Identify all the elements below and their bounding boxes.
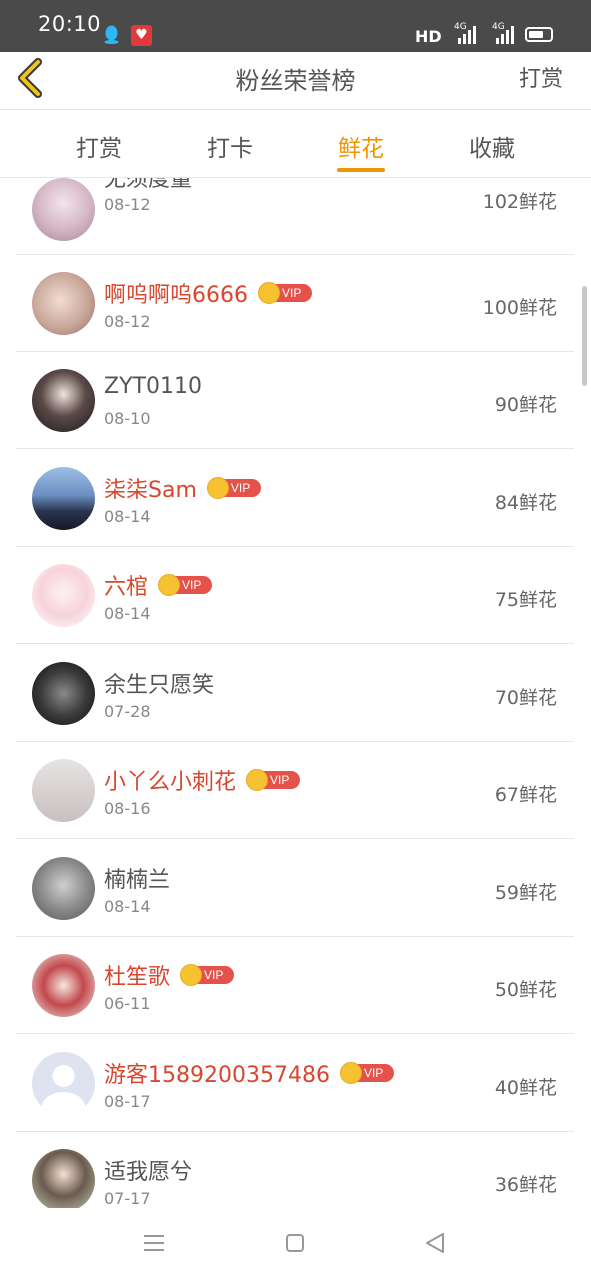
list-item[interactable]: 无须度量 08-12 102鲜花: [16, 178, 574, 255]
crown-icon: [158, 574, 181, 596]
crown-icon: [206, 477, 229, 499]
vip-badge: VIP: [180, 964, 235, 986]
tab-checkin[interactable]: 打卡: [170, 129, 290, 163]
fan-name: 游客1589200357486: [104, 1063, 330, 1088]
fan-name: 杜笙歌: [104, 965, 171, 990]
app-notification-icon: ♥: [131, 25, 152, 46]
net-type-1: 4G: [454, 22, 467, 32]
avatar[interactable]: [32, 272, 95, 335]
list-item[interactable]: 余生只愿笑 07-28 70鲜花: [16, 645, 574, 742]
crown-icon: [339, 1062, 362, 1084]
list-item[interactable]: 六棺 VIP 08-14 75鲜花: [16, 547, 574, 644]
vip-badge: VIP: [258, 282, 312, 304]
list-item[interactable]: 游客1589200357486 VIP 08-17 40鲜花: [16, 1035, 574, 1132]
signal-icon-1: 4G: [454, 22, 476, 44]
avatar[interactable]: [32, 759, 95, 822]
flower-count: 75鲜花: [494, 589, 557, 611]
status-time: 20:10: [38, 12, 102, 36]
flower-count: 36鲜花: [494, 1174, 557, 1196]
fan-date: 08-12: [104, 195, 151, 214]
list-item[interactable]: 杜笙歌 VIP 06-11 50鲜花: [16, 937, 574, 1034]
avatar[interactable]: [32, 662, 95, 725]
fan-name: 六棺: [104, 575, 149, 600]
signal-icon-2: 4G: [492, 22, 514, 44]
default-avatar-icon[interactable]: [32, 1052, 95, 1115]
hd-indicator: HD: [415, 27, 442, 46]
fan-date: 08-14: [104, 604, 151, 623]
crown-icon: [258, 282, 280, 304]
fan-name: 无须度量: [104, 178, 193, 192]
fan-date: 08-10: [104, 409, 151, 428]
avatar[interactable]: [32, 564, 95, 627]
fan-name: 啊呜啊呜6666: [104, 283, 248, 308]
vip-badge: VIP: [158, 574, 213, 596]
system-nav-bar: [0, 1208, 591, 1280]
tab-bar: 打赏 打卡 鲜花 收藏: [0, 111, 591, 178]
tab-reward[interactable]: 打赏: [39, 129, 159, 163]
fan-name: ZYT0110: [104, 374, 202, 399]
fan-name: 楠楠兰: [104, 868, 171, 893]
avatar[interactable]: [32, 467, 95, 530]
avatar[interactable]: [32, 954, 95, 1017]
fan-date: 07-28: [104, 702, 151, 721]
triangle-back-icon[interactable]: [425, 1232, 445, 1254]
list-item[interactable]: 楠楠兰 08-14 59鲜花: [16, 840, 574, 937]
vip-badge: VIP: [246, 769, 301, 791]
vip-badge: VIP: [339, 1062, 394, 1084]
home-square-icon[interactable]: [286, 1234, 304, 1252]
fan-date: 08-12: [104, 312, 151, 331]
flower-count: 84鲜花: [494, 492, 557, 514]
fan-name: 适我愿兮: [104, 1160, 193, 1185]
flower-count: 67鲜花: [494, 784, 557, 806]
vip-badge: VIP: [206, 477, 261, 499]
fan-date: 06-11: [104, 994, 151, 1013]
flower-count: 50鲜花: [494, 979, 557, 1001]
flower-count: 102鲜花: [482, 191, 557, 213]
fan-name: 小丫么小刺花: [104, 770, 237, 795]
scrollbar[interactable]: [582, 286, 587, 386]
menu-icon[interactable]: [144, 1234, 164, 1252]
page-title: 粉丝荣誉榜: [235, 67, 356, 95]
fan-date: 07-17: [104, 1189, 151, 1208]
nav-bar: 粉丝荣誉榜 打赏: [0, 52, 591, 110]
tab-flowers[interactable]: 鲜花: [301, 129, 421, 163]
avatar[interactable]: [32, 1149, 95, 1208]
fans-list[interactable]: 无须度量 08-12 102鲜花 啊呜啊呜6666 VIP 08-12 100鲜…: [0, 178, 591, 1208]
flower-count: 90鲜花: [494, 394, 557, 416]
fan-date: 08-17: [104, 1092, 151, 1111]
flower-count: 100鲜花: [482, 297, 557, 319]
active-tab-indicator: [337, 168, 385, 172]
list-item[interactable]: 适我愿兮 07-17 36鲜花: [16, 1132, 574, 1208]
flower-count: 40鲜花: [494, 1077, 557, 1099]
qq-icon: [104, 25, 119, 44]
fan-name: 余生只愿笑: [104, 673, 215, 698]
tab-favorites[interactable]: 收藏: [432, 129, 552, 163]
fan-name: 柒柒Sam: [104, 478, 197, 503]
list-item[interactable]: ZYT0110 08-10 90鲜花: [16, 352, 574, 449]
net-type-2: 4G: [492, 22, 505, 32]
list-item[interactable]: 柒柒Sam VIP 08-14 84鲜花: [16, 450, 574, 547]
fan-date: 08-14: [104, 507, 151, 526]
status-bar: 20:10 ♥ HD 4G 4G: [0, 0, 591, 52]
crown-icon: [246, 769, 269, 791]
reward-button[interactable]: 打赏: [519, 61, 563, 93]
avatar[interactable]: [32, 178, 95, 241]
avatar[interactable]: [32, 857, 95, 920]
crown-icon: [180, 964, 203, 986]
fan-date: 08-14: [104, 897, 151, 916]
list-item[interactable]: 啊呜啊呜6666 VIP 08-12 100鲜花: [16, 255, 574, 352]
avatar[interactable]: [32, 369, 95, 432]
battery-icon: [525, 27, 553, 42]
flower-count: 70鲜花: [494, 687, 557, 709]
fan-date: 08-16: [104, 799, 151, 818]
flower-count: 59鲜花: [494, 882, 557, 904]
list-item[interactable]: 小丫么小刺花 VIP 08-16 67鲜花: [16, 742, 574, 839]
